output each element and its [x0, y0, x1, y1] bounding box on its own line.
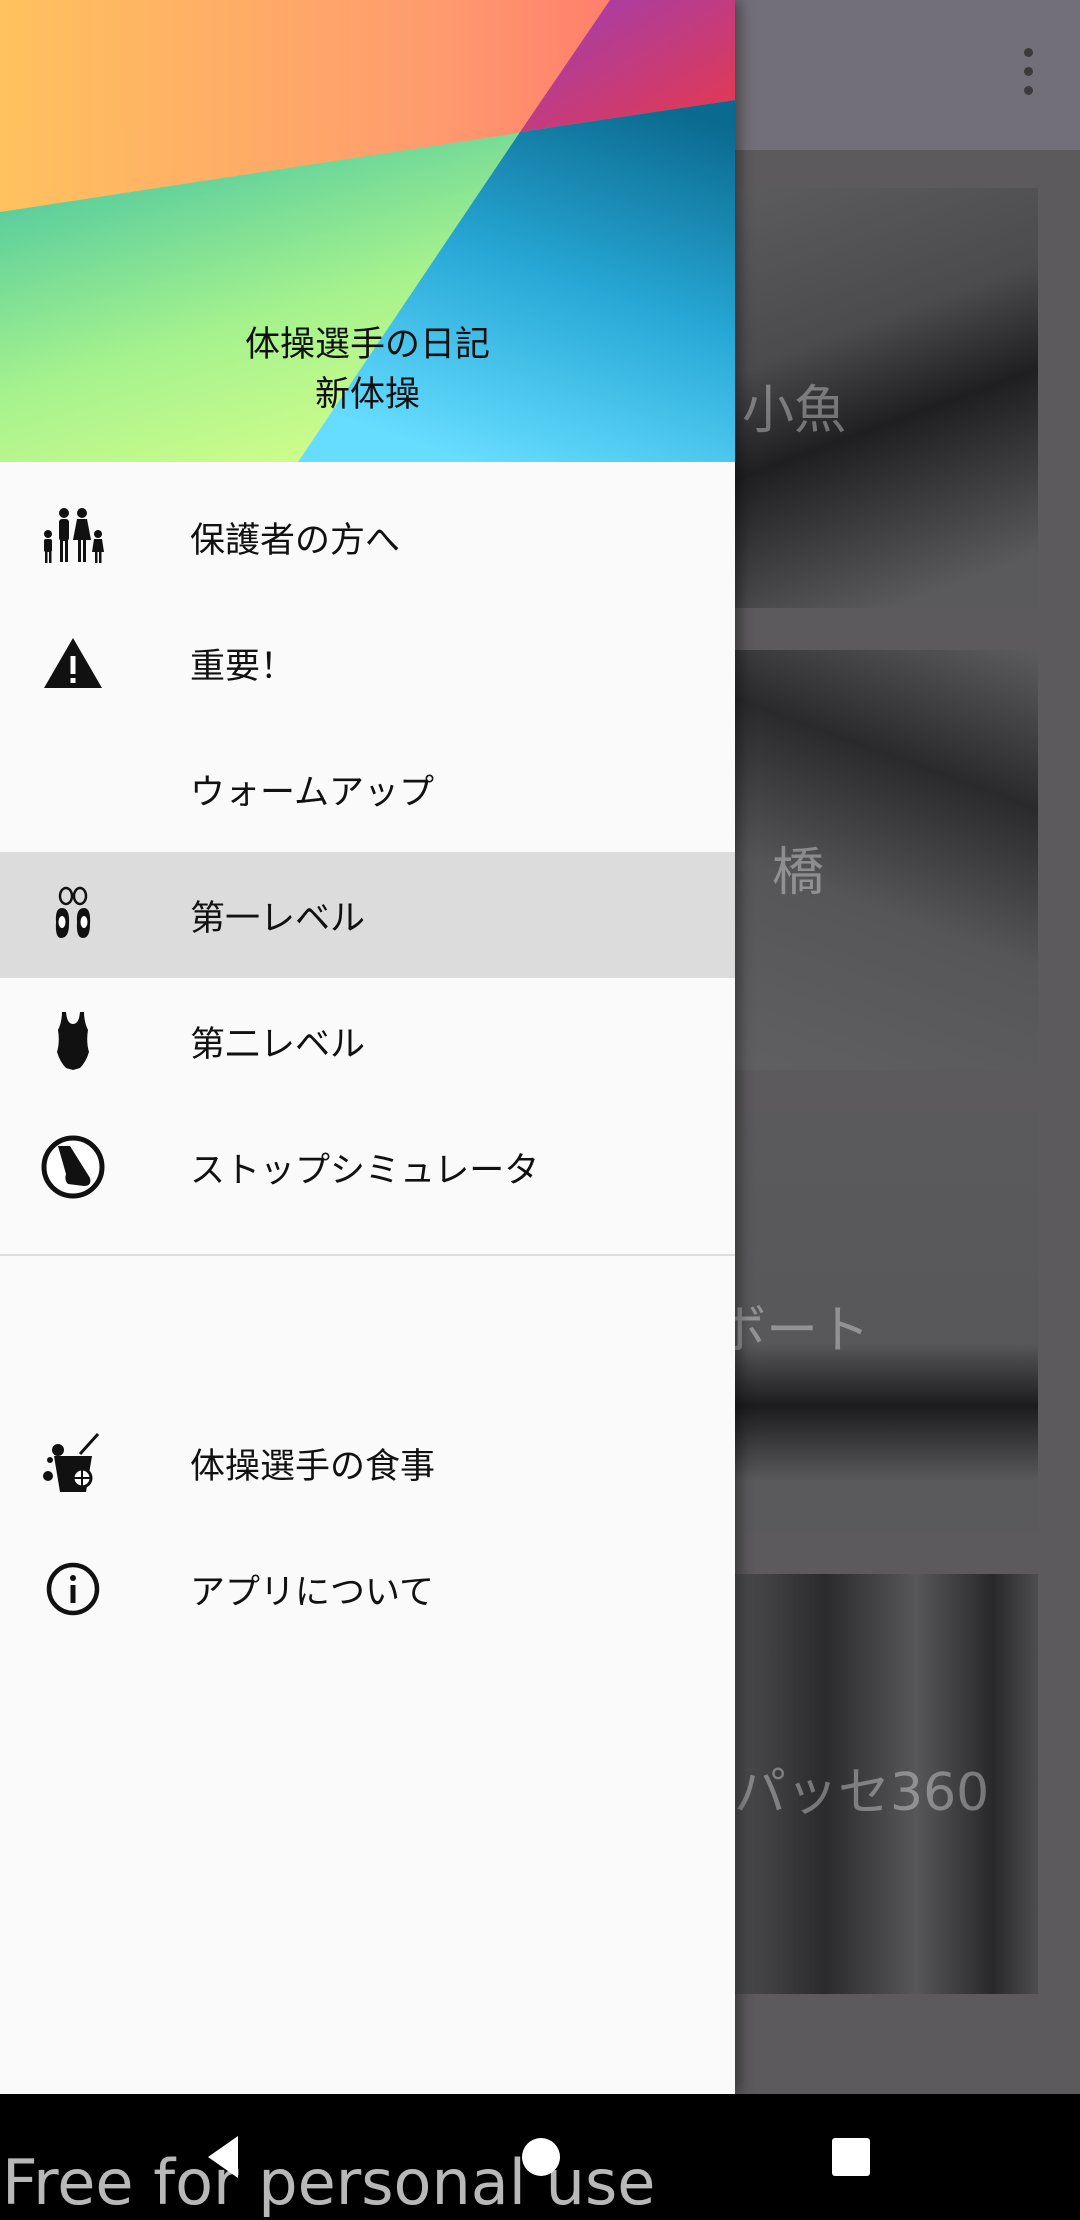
leotard-icon: [40, 1008, 106, 1074]
drawer-header: 体操選手の日記 新体操: [0, 0, 735, 462]
foot-stop-icon: [40, 1134, 106, 1200]
nav-item-level-one[interactable]: 第一レベル: [0, 852, 735, 978]
drawer-menu-secondary: 体操選手の食事 アプリについて: [0, 1256, 735, 1652]
exercise-card-small-fish[interactable]: 小魚: [734, 188, 1038, 608]
exercise-card-partial[interactable]: [734, 2036, 1038, 2094]
nav-item-label: 第二レベル: [190, 1024, 366, 1065]
system-navigation-bar: [0, 2094, 1080, 2220]
nav-item-warm-up[interactable]: ウォームアップ: [0, 726, 735, 852]
nav-item-for-parents[interactable]: 保護者の方へ: [0, 474, 735, 600]
nav-item-label: 体操選手の食事: [190, 1446, 436, 1487]
nav-item-important[interactable]: 重要！: [0, 600, 735, 726]
recents-icon[interactable]: [824, 2130, 878, 2184]
card-label: 小魚: [742, 381, 847, 441]
exercise-card-bridge[interactable]: 橋: [734, 650, 1038, 1070]
nav-item-level-two[interactable]: 第二レベル: [0, 978, 735, 1104]
nav-item-label: 第一レベル: [190, 898, 366, 939]
drawer-header-titles: 体操選手の日記 新体操: [0, 320, 735, 420]
card-label: パッセ360: [734, 1763, 990, 1823]
home-icon[interactable]: [514, 2130, 568, 2184]
card-label: ボート: [734, 1301, 871, 1361]
navigation-drawer: 体操選手の日記 新体操 保護者の方へ 重要！ ウォームアップ 第一レベル 第二レ…: [0, 0, 735, 2094]
warning-icon: [40, 630, 106, 696]
nav-item-label: ストップシミュレータ: [190, 1150, 540, 1191]
info-icon: [40, 1556, 106, 1622]
nav-item-label: ウォームアップ: [190, 772, 434, 813]
nav-item-label: 重要！: [190, 646, 296, 687]
back-icon[interactable]: [200, 2130, 254, 2184]
drink-food-icon: [40, 1430, 106, 1496]
nav-item-about-app[interactable]: アプリについて: [0, 1526, 735, 1652]
ballet-shoes-icon: [40, 882, 106, 948]
drawer-menu-primary: 保護者の方へ 重要！ ウォームアップ 第一レベル 第二レベル ストップシミュレー…: [0, 462, 735, 1230]
exercise-card-passe360[interactable]: パッセ360: [734, 1574, 1038, 1994]
nav-item-label: アプリについて: [190, 1572, 434, 1613]
nav-item-stop-simulator[interactable]: ストップシミュレータ: [0, 1104, 735, 1230]
nav-item-label: 保護者の方へ: [190, 520, 401, 561]
exercise-card-boat[interactable]: ボート: [734, 1112, 1038, 1532]
nav-item-gymnast-meals[interactable]: 体操選手の食事: [0, 1400, 735, 1526]
app-title: 体操選手の日記: [244, 325, 490, 365]
app-subtitle: 新体操: [314, 375, 420, 415]
family-icon: [40, 504, 106, 570]
card-label: 橋: [772, 843, 825, 903]
more-vert-icon[interactable]: [1016, 48, 1040, 102]
